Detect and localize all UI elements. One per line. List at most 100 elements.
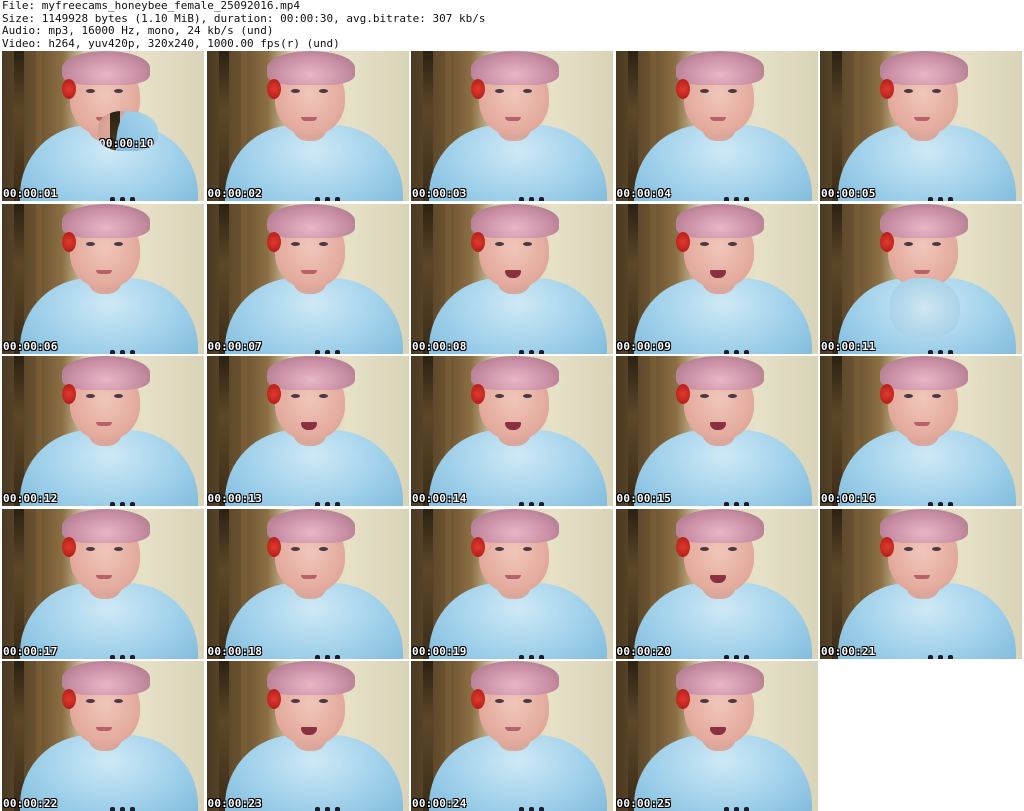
mouth <box>914 269 930 274</box>
hair <box>266 661 355 695</box>
thumbnail-frame: 00:00:09 <box>615 203 818 354</box>
flower-decoration <box>471 79 485 99</box>
right-eye <box>523 699 532 703</box>
right-eye <box>727 241 737 246</box>
shirt-print <box>104 348 144 354</box>
hair <box>880 356 968 390</box>
hair <box>880 508 968 543</box>
thumbnail-frame: 00:00:21 <box>820 508 1022 659</box>
shirt-print <box>309 500 349 506</box>
flower-decoration <box>880 536 894 557</box>
flower-decoration <box>266 79 281 99</box>
thumbnail-frame: 00:00:08 <box>411 203 613 354</box>
flower-decoration <box>471 689 485 709</box>
right-eye <box>114 699 123 703</box>
thumbnail-frame: 00:00:16 <box>820 356 1022 506</box>
timestamp-label: 00:00:13 <box>207 492 263 505</box>
timestamp-label: 00:00:12 <box>3 492 58 505</box>
flower-decoration <box>266 384 281 404</box>
timestamp-label: 00:00:14 <box>412 492 467 505</box>
timestamp-label: 00:00:11 <box>821 339 876 353</box>
flower-decoration <box>266 231 281 252</box>
thumbnail-frame: 00:00:13 <box>206 356 409 506</box>
timestamp-label: 00:00:21 <box>821 644 876 658</box>
timestamp-label: 00:00:18 <box>207 644 263 658</box>
hair <box>880 203 968 238</box>
left-eye <box>86 241 95 246</box>
right-eye <box>318 241 328 246</box>
left-eye <box>86 89 95 93</box>
shirt-print <box>104 195 144 201</box>
timestamp-label: 00:00:10 <box>99 137 154 150</box>
thumbnail-frame: 00:00:02 <box>206 51 409 201</box>
left-eye <box>699 89 709 93</box>
thumbnail-frame: 00:00:18 <box>206 508 409 659</box>
hair <box>266 508 355 543</box>
flower-decoration <box>62 689 76 709</box>
left-eye <box>290 241 300 246</box>
thumbnail-frame: 00:00:12 <box>2 356 204 506</box>
shirt-print <box>922 195 962 201</box>
hair <box>675 508 764 543</box>
mouth <box>709 727 726 735</box>
left-eye <box>699 241 709 246</box>
left-eye <box>86 394 95 398</box>
shirt-print <box>104 653 144 659</box>
left-eye <box>495 546 504 551</box>
hair <box>471 203 559 238</box>
right-eye <box>114 394 123 398</box>
mouth <box>96 574 112 579</box>
flower-decoration <box>675 231 690 252</box>
mouth <box>96 727 112 731</box>
timestamp-label: 00:00:19 <box>412 644 467 658</box>
hair <box>675 203 764 238</box>
right-eye <box>932 241 941 246</box>
right-eye <box>114 241 123 246</box>
right-eye <box>932 394 941 398</box>
thumbnail-grid: 00:00:01 00:00:02 00:00:03 00:00:04 00:00:05… <box>2 51 1022 811</box>
thumbnail-frame: 00:00:17 <box>2 508 204 659</box>
hair <box>471 51 559 85</box>
hair <box>266 51 355 85</box>
hair <box>471 661 559 695</box>
timestamp-label: 00:00:04 <box>616 187 672 200</box>
thumbnail-frame: 00:00:15 <box>615 356 818 506</box>
thumbnail-frame: 00:00:23 <box>206 661 409 811</box>
left-eye <box>290 546 300 551</box>
left-eye <box>699 394 709 398</box>
hair <box>266 356 355 390</box>
thumbnail-frame: 00:00:04 <box>615 51 818 201</box>
flower-decoration <box>675 79 690 99</box>
left-eye <box>86 546 95 551</box>
thumbnail-frame: 00:00:11 <box>820 203 1022 354</box>
right-eye <box>727 546 737 551</box>
timestamp-label: 00:00:09 <box>616 339 672 353</box>
shirt-print <box>718 195 758 201</box>
left-eye <box>699 546 709 551</box>
shirt-print <box>104 805 144 811</box>
hair <box>471 508 559 543</box>
mouth <box>505 269 521 278</box>
mouth <box>914 574 930 579</box>
media-info-header: File: myfreecams_honeybee_female_2509201… <box>2 0 1022 50</box>
right-eye <box>523 241 532 246</box>
hair <box>62 356 150 390</box>
flower-decoration <box>880 384 894 404</box>
thumbnail-frame: 00:00:24 <box>411 661 613 811</box>
right-eye <box>318 546 328 551</box>
shirt-print <box>309 653 349 659</box>
mouth <box>505 117 521 121</box>
timestamp-label: 00:00:07 <box>207 339 263 353</box>
right-eye <box>523 394 532 398</box>
timestamp-label: 00:00:23 <box>207 797 263 810</box>
right-eye <box>523 546 532 551</box>
thumbnail-frame: 00:00:14 <box>411 356 613 506</box>
right-eye <box>727 89 737 93</box>
shirt-print <box>922 348 962 354</box>
hair <box>62 508 150 543</box>
shirt-print <box>513 500 553 506</box>
shirt-print <box>513 653 553 659</box>
flower-decoration <box>266 536 281 557</box>
hair <box>62 51 150 85</box>
thumbnail-frame: 00:00:06 <box>2 203 204 354</box>
